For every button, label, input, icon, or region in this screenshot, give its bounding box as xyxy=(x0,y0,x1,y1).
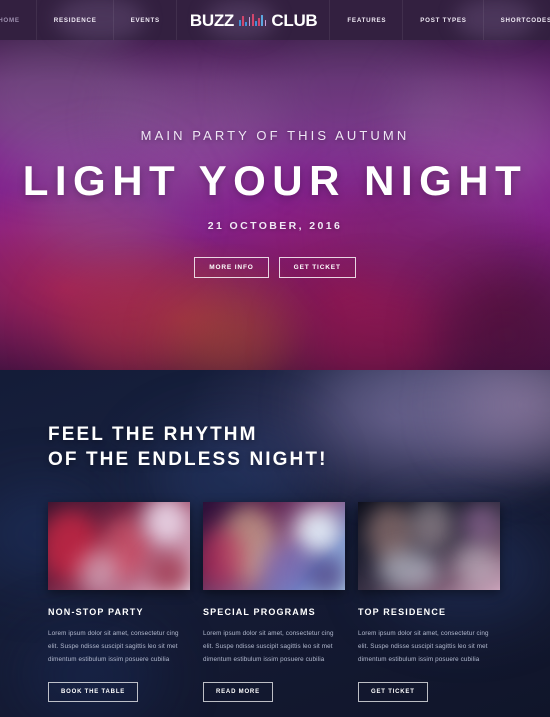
logo-word-buzz: BUZZ xyxy=(189,10,234,30)
get-ticket-card-button[interactable]: GET TICKET xyxy=(358,681,428,702)
section-title-line2: OF THE ENDLESS NIGHT! xyxy=(48,449,328,471)
hero-kicker: MAIN PARTY OF THIS AUTUMN xyxy=(140,128,410,143)
nav-item-features[interactable]: Features xyxy=(330,0,404,40)
feature-card: SPECIAL PROGRAMS Lorem ipsum dolor sit a… xyxy=(203,502,345,702)
nav-item-residence[interactable]: Residence xyxy=(37,0,114,40)
read-more-button[interactable]: READ MORE xyxy=(203,681,273,702)
hero-button-group: MORE INFO GET TICKET xyxy=(194,257,356,278)
feature-card: NON-STOP PARTY Lorem ipsum dolor sit ame… xyxy=(48,502,190,702)
section-title: FEEL THE RHYTHM OF THE ENDLESS NIGHT! xyxy=(48,422,502,472)
section-title-line1: FEEL THE RHYTHM xyxy=(48,424,258,445)
hero-date: 21 OCTOBER, 2016 xyxy=(207,220,343,232)
feature-card: TOP RESIDENCE Lorem ipsum dolor sit amet… xyxy=(358,502,500,702)
landing-page: MAIN PARTY OF THIS AUTUMN LIGHT YOUR NIG… xyxy=(0,0,550,717)
card-text: Lorem ipsum dolor sit amet, consectetur … xyxy=(358,630,489,663)
nav-item-home[interactable]: Home xyxy=(0,0,37,40)
get-ticket-button[interactable]: GET TICKET xyxy=(278,257,356,278)
card-title: SPECIAL PROGRAMS xyxy=(203,607,316,618)
feature-cards: NON-STOP PARTY Lorem ipsum dolor sit ame… xyxy=(48,502,502,702)
equalizer-icon xyxy=(239,13,267,27)
nav-items: Home Residence Events BUZZ CLUB F xyxy=(0,0,550,40)
logo-word-club: CLUB xyxy=(271,10,318,30)
nav-item-events[interactable]: Events xyxy=(114,0,178,40)
hero-content: MAIN PARTY OF THIS AUTUMN LIGHT YOUR NIG… xyxy=(0,0,550,370)
more-info-button[interactable]: MORE INFO xyxy=(194,257,269,278)
site-logo[interactable]: BUZZ CLUB xyxy=(177,0,331,40)
nav-item-shortcodes[interactable]: Shortcodes xyxy=(484,0,550,40)
hero-headline: LIGHT YOUR NIGHT xyxy=(22,157,528,204)
card-title: NON-STOP PARTY xyxy=(48,607,144,618)
card-text: Lorem ipsum dolor sit amet, consectetur … xyxy=(48,630,179,663)
main-navigation: Home Residence Events BUZZ CLUB F xyxy=(0,0,550,42)
card-image-non-stop-party xyxy=(48,502,190,591)
card-image-dj-mixer xyxy=(358,502,500,591)
nav-item-post-types[interactable]: Post Types xyxy=(403,0,485,40)
features-content: FEEL THE RHYTHM OF THE ENDLESS NIGHT! NO… xyxy=(0,370,550,717)
features-section: FEEL THE RHYTHM OF THE ENDLESS NIGHT! NO… xyxy=(0,370,550,717)
book-the-table-button[interactable]: BOOK THE TABLE xyxy=(48,681,139,702)
card-image-special-programs xyxy=(203,502,345,591)
hero-section: MAIN PARTY OF THIS AUTUMN LIGHT YOUR NIG… xyxy=(0,0,550,370)
card-title: TOP RESIDENCE xyxy=(358,607,447,618)
card-text: Lorem ipsum dolor sit amet, consectetur … xyxy=(203,630,334,663)
